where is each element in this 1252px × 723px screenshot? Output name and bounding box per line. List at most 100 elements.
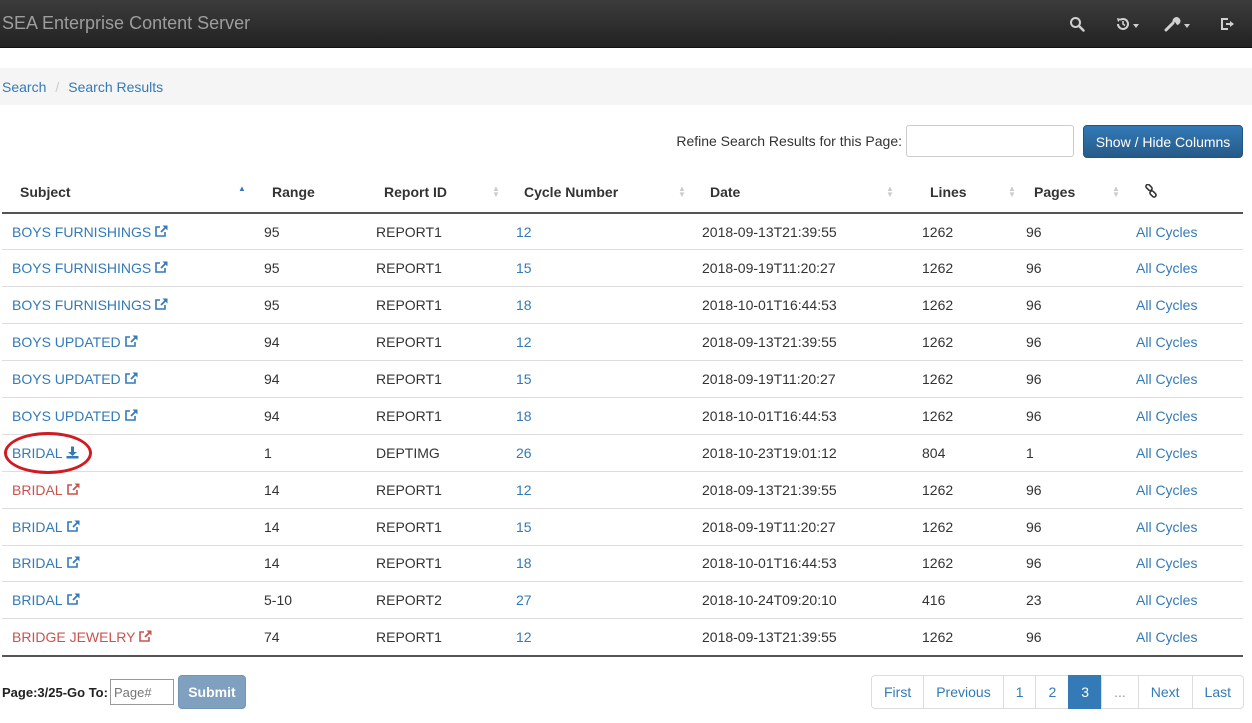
page-number-input[interactable] xyxy=(109,679,174,705)
cell-date: 2018-09-19T11:20:27 xyxy=(690,507,910,546)
cell-report-id: REPORT1 xyxy=(364,286,504,324)
cycle-number-link[interactable]: 18 xyxy=(516,555,532,571)
column-header-date[interactable]: Date ▲ ▼ xyxy=(690,172,910,214)
cell-date: 2018-09-13T21:39:55 xyxy=(690,470,910,509)
column-header-range[interactable]: Range xyxy=(252,172,364,214)
cell-range: 1 xyxy=(252,433,364,472)
pagination-previous[interactable]: Previous xyxy=(923,675,1004,709)
cell-date: 2018-09-13T21:39:55 xyxy=(690,618,910,657)
cell-subject: BOYS UPDATED xyxy=(2,396,252,435)
all-cycles-link[interactable]: All Cycles xyxy=(1136,297,1197,313)
pagination-ellipsis: ... xyxy=(1101,675,1139,709)
cell-date: 2018-10-23T19:01:12 xyxy=(690,433,910,472)
all-cycles-link[interactable]: All Cycles xyxy=(1136,224,1197,240)
pagination-last[interactable]: Last xyxy=(1191,675,1245,709)
pagination-3[interactable]: 3 xyxy=(1068,675,1103,709)
cycle-number-link[interactable]: 15 xyxy=(516,519,532,535)
app-title[interactable]: SEA Enterprise Content Server xyxy=(0,13,250,34)
all-cycles-link[interactable]: All Cycles xyxy=(1136,260,1197,276)
cell-range: 14 xyxy=(252,544,364,582)
subject-link[interactable]: BOYS UPDATED xyxy=(12,408,138,424)
cycle-number-link[interactable]: 15 xyxy=(516,260,532,276)
history-icon[interactable] xyxy=(1102,0,1152,48)
cell-subject: BRIDAL xyxy=(2,433,252,472)
table-row: BRIDAL 14 REPORT1 18 2018-10-01T16:44:53 1262… xyxy=(2,544,1243,582)
search-icon[interactable] xyxy=(1052,0,1102,48)
cell-date: 2018-10-01T16:44:53 xyxy=(690,396,910,435)
subject-link[interactable]: BRIDAL xyxy=(12,482,80,498)
subject-link[interactable]: BOYS FURNISHINGS xyxy=(12,297,168,313)
cycle-number-link[interactable]: 12 xyxy=(516,482,532,498)
external-link-icon xyxy=(66,556,80,569)
subject-link[interactable]: BRIDAL xyxy=(12,519,80,535)
cycle-number-link[interactable]: 12 xyxy=(516,334,532,350)
cell-cycle-number: 12 xyxy=(504,323,690,361)
subject-link[interactable]: BRIDAL xyxy=(12,555,80,571)
column-header-lines[interactable]: Lines ▲ ▼ xyxy=(910,172,1016,214)
all-cycles-link[interactable]: All Cycles xyxy=(1136,334,1197,350)
pagination-next[interactable]: Next xyxy=(1137,675,1193,709)
cell-lines: 1262 xyxy=(910,618,1014,657)
cell-lines: 1262 xyxy=(910,544,1014,582)
column-header-pages[interactable]: Pages ▲ ▼ xyxy=(1014,172,1124,214)
cell-all-cycles: All Cycles xyxy=(1124,618,1243,657)
all-cycles-link[interactable]: All Cycles xyxy=(1136,408,1197,424)
subject-link[interactable]: BOYS UPDATED xyxy=(12,371,138,387)
cell-subject: BOYS FURNISHINGS xyxy=(2,249,252,287)
cycle-number-link[interactable]: 15 xyxy=(516,371,532,387)
subject-link[interactable]: BOYS FURNISHINGS xyxy=(12,260,168,276)
cell-cycle-number: 18 xyxy=(504,286,690,324)
wrench-icon[interactable] xyxy=(1152,0,1202,48)
cycle-number-link[interactable]: 18 xyxy=(516,297,532,313)
all-cycles-link[interactable]: All Cycles xyxy=(1136,555,1197,571)
cell-cycle-number: 18 xyxy=(504,396,690,435)
cycle-number-link[interactable]: 12 xyxy=(516,629,532,645)
subject-link[interactable]: BRIDGE JEWELRY xyxy=(12,629,152,645)
cell-range: 94 xyxy=(252,323,364,361)
cell-pages: 96 xyxy=(1014,618,1124,657)
column-header-subject[interactable]: Subject ▲ xyxy=(2,172,252,214)
subject-link[interactable]: BRIDAL xyxy=(12,445,79,461)
show-hide-columns-button[interactable]: Show / Hide Columns xyxy=(1083,125,1243,158)
cell-report-id: REPORT1 xyxy=(364,618,504,657)
cell-date: 2018-10-01T16:44:53 xyxy=(690,286,910,324)
cycle-number-link[interactable]: 26 xyxy=(516,445,532,461)
external-link-icon xyxy=(155,298,168,311)
cell-all-cycles: All Cycles xyxy=(1124,249,1243,287)
pagination-2[interactable]: 2 xyxy=(1035,675,1070,709)
external-link-icon xyxy=(66,593,80,606)
table-header-row: Subject ▲ Range Report ID ▲ ▼ Cycle Number ▲… xyxy=(2,172,1243,214)
subject-link[interactable]: BOYS FURNISHINGS xyxy=(12,224,168,240)
column-header-cycle-number[interactable]: Cycle Number ▲ ▼ xyxy=(504,172,690,214)
cell-lines: 1262 xyxy=(910,323,1014,361)
breadcrumb-search[interactable]: Search xyxy=(2,79,46,95)
subject-link[interactable]: BRIDAL xyxy=(12,592,80,608)
submit-button[interactable]: Submit xyxy=(177,675,246,709)
breadcrumb-search-results[interactable]: Search Results xyxy=(68,79,163,95)
column-header-report-id[interactable]: Report ID ▲ ▼ xyxy=(364,172,504,214)
pagination-first[interactable]: First xyxy=(871,675,925,709)
table-row: BRIDAL 14 REPORT1 12 2018-09-13T21:39:55 1262… xyxy=(2,470,1243,509)
table-row: BRIDGE JEWELRY 74 REPORT1 12 2018-09-13T21:3… xyxy=(2,618,1243,657)
cell-report-id: REPORT1 xyxy=(364,396,504,435)
cell-range: 95 xyxy=(252,249,364,287)
cycle-number-link[interactable]: 27 xyxy=(516,592,532,608)
cell-cycle-number: 12 xyxy=(504,212,690,250)
all-cycles-link[interactable]: All Cycles xyxy=(1136,629,1197,645)
refine-search-input[interactable] xyxy=(906,125,1074,157)
cell-report-id: DEPTIMG xyxy=(364,433,504,472)
cell-cycle-number: 12 xyxy=(504,618,690,657)
all-cycles-link[interactable]: All Cycles xyxy=(1136,445,1197,461)
table-row: BOYS FURNISHINGS 95 REPORT1 18 2018-10-01T16… xyxy=(2,286,1243,324)
external-link-icon xyxy=(124,335,138,347)
cycle-number-link[interactable]: 18 xyxy=(516,408,532,424)
subject-link[interactable]: BOYS UPDATED xyxy=(12,334,138,350)
pagination-1[interactable]: 1 xyxy=(1002,675,1037,709)
all-cycles-link[interactable]: All Cycles xyxy=(1136,519,1197,535)
logout-icon[interactable] xyxy=(1202,0,1252,48)
all-cycles-link[interactable]: All Cycles xyxy=(1136,592,1197,608)
cell-cycle-number: 15 xyxy=(504,507,690,546)
all-cycles-link[interactable]: All Cycles xyxy=(1136,482,1197,498)
all-cycles-link[interactable]: All Cycles xyxy=(1136,371,1197,387)
cycle-number-link[interactable]: 12 xyxy=(516,224,532,240)
